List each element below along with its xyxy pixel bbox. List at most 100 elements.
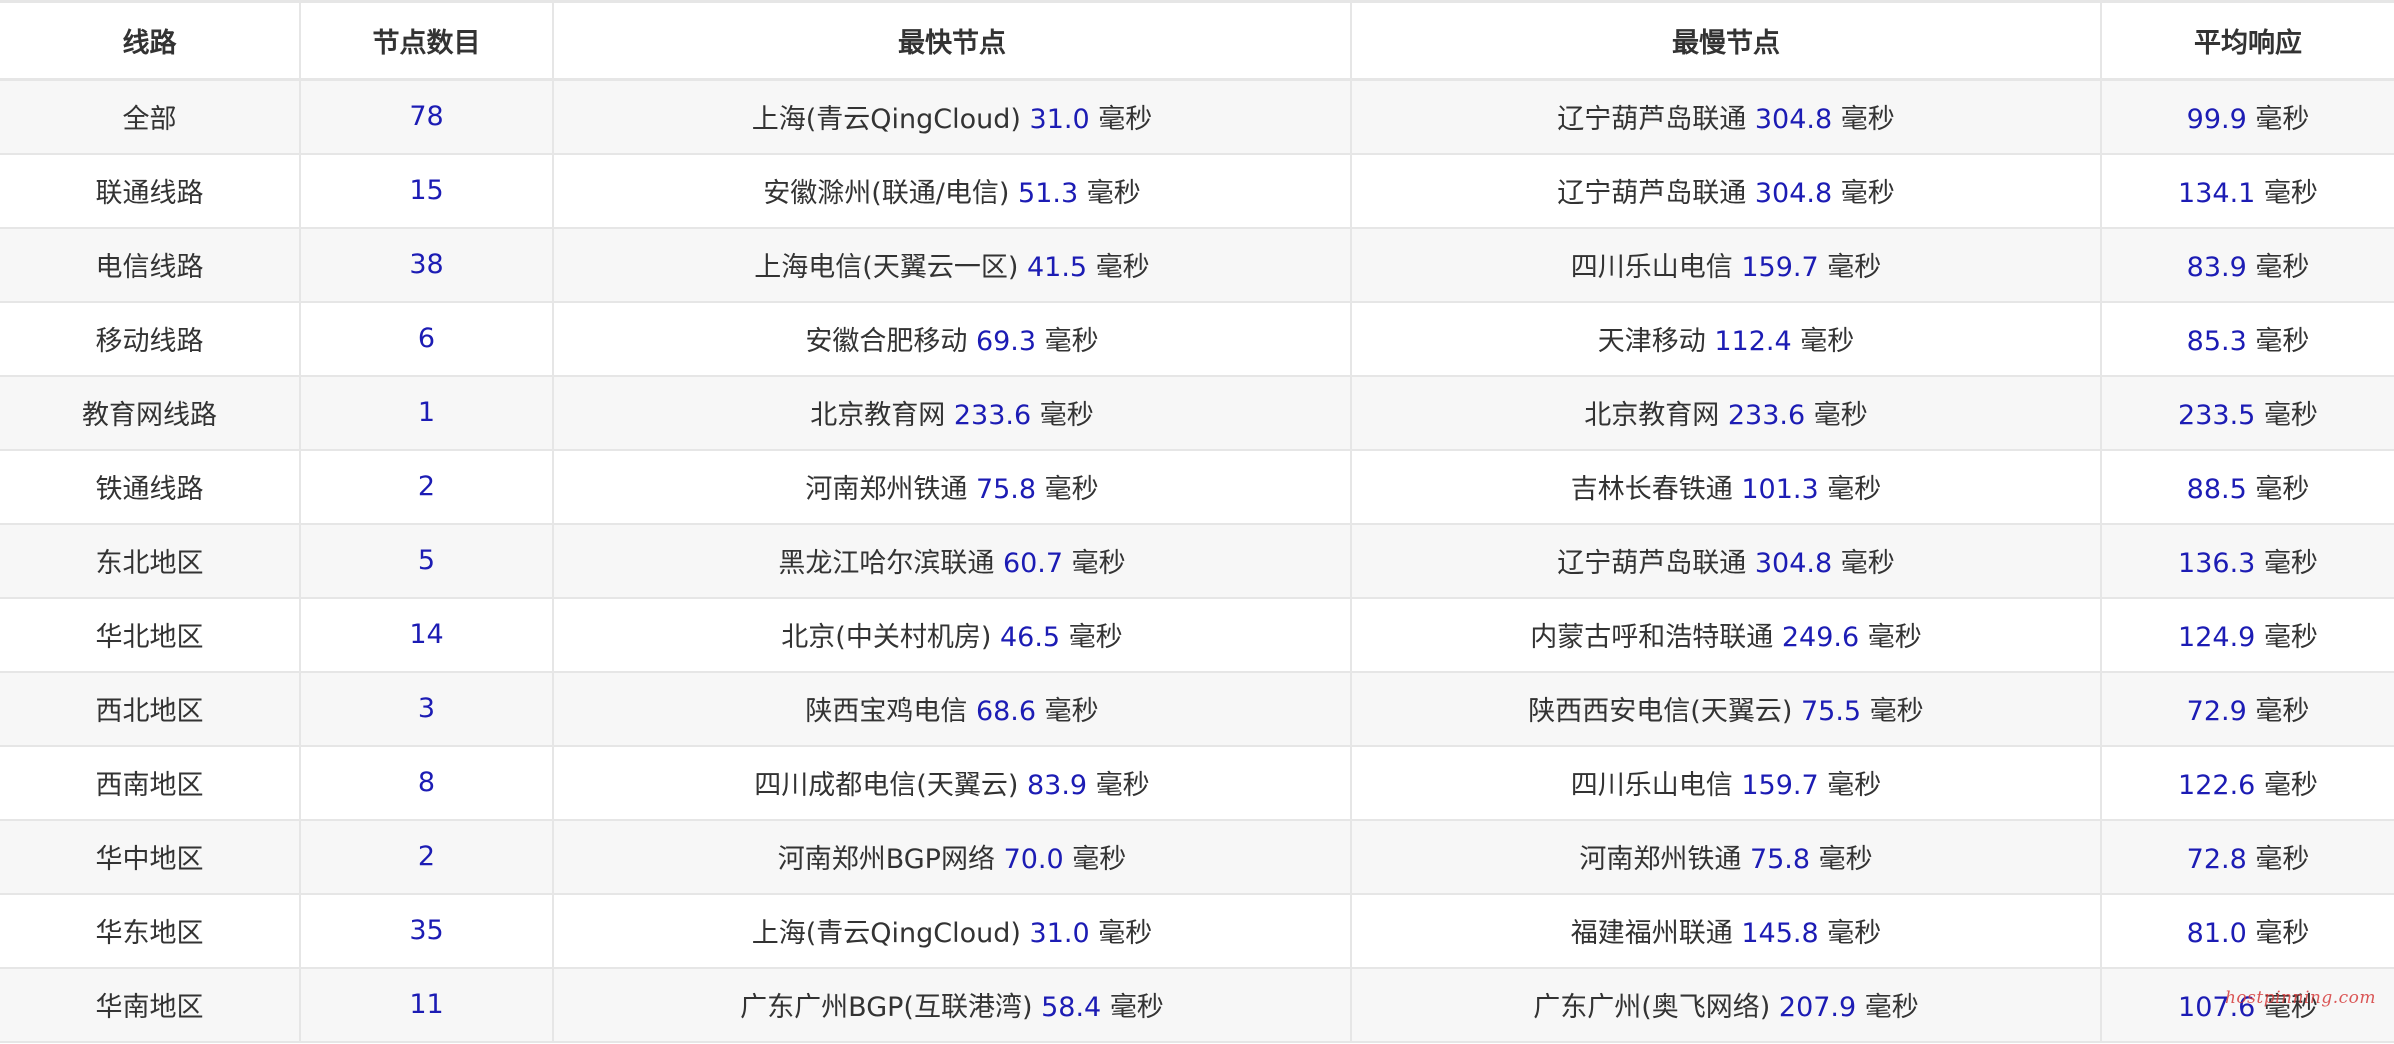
slowest-node-name: 吉林长春铁通 — [1570, 474, 1733, 505]
fastest-node-latency: 31.0 — [1029, 104, 1090, 136]
table-row: 西南地区 8 四川成都电信(天翼云) 83.9 毫秒 四川乐山电信 159.7 毫秒 1… — [0, 745, 2394, 821]
latency-unit: 毫秒 — [1044, 474, 1099, 505]
cell-slowest-node: 天津移动 112.4 毫秒 — [1351, 301, 2102, 377]
cell-average-response: 72.9 毫秒 — [2101, 671, 2394, 747]
table-row: 华南地区 11 广东广州BGP(互联港湾) 58.4 毫秒 广东广州(奥飞网络) 20… — [0, 967, 2394, 1043]
latency-unit: 毫秒 — [1827, 252, 1882, 283]
fastest-node-latency: 46.5 — [999, 622, 1061, 653]
slowest-node-latency: 304.8 — [1754, 548, 1833, 579]
cell-node-count: 78 — [300, 79, 554, 155]
node-latency-table: 线路 节点数目 最快节点 最慢节点 平均响应 全部 78 上海(青云QingClou… — [0, 0, 2394, 1043]
latency-unit: 毫秒 — [1869, 696, 1924, 727]
fastest-node-name: 黑龙江哈尔滨联通 — [778, 548, 995, 579]
table-row: 电信线路 38 上海电信(天翼云一区) 41.5 毫秒 四川乐山电信 159.7 毫秒… — [0, 227, 2394, 303]
latency-unit: 毫秒 — [1098, 918, 1153, 949]
cell-route: 华中地区 — [0, 819, 301, 895]
cell-route: 电信线路 — [0, 227, 301, 303]
slowest-node-name: 四川乐山电信 — [1570, 770, 1733, 801]
slowest-node-latency: 304.8 — [1754, 178, 1833, 209]
latency-unit: 毫秒 — [2263, 400, 2318, 431]
average-latency: 72.8 — [2186, 844, 2247, 875]
cell-fastest-node: 河南郑州铁通 75.8 毫秒 — [553, 449, 1352, 525]
latency-unit: 毫秒 — [2255, 252, 2310, 283]
latency-unit: 毫秒 — [1086, 178, 1141, 209]
cell-average-response: 124.9 毫秒 — [2101, 597, 2394, 673]
node-latency-table-container: 线路 节点数目 最快节点 最慢节点 平均响应 全部 78 上海(青云QingClou… — [0, 0, 2394, 1044]
slowest-node-name: 天津移动 — [1597, 326, 1706, 357]
cell-average-response: 85.3 毫秒 — [2101, 301, 2394, 377]
cell-fastest-node: 上海(青云QingCloud) 31.0 毫秒 — [553, 79, 1352, 155]
slowest-node-latency: 249.6 — [1781, 622, 1860, 653]
latency-unit: 毫秒 — [1813, 400, 1868, 431]
slowest-node-name: 福建福州联通 — [1570, 918, 1733, 949]
cell-node-count: 35 — [300, 893, 554, 969]
latency-unit: 毫秒 — [2255, 918, 2310, 949]
cell-average-response: 136.3 毫秒 — [2101, 523, 2394, 599]
fastest-node-name: 北京(中关村机房) — [781, 622, 992, 653]
cell-slowest-node: 内蒙古呼和浩特联通 249.6 毫秒 — [1351, 597, 2102, 673]
cell-route: 华北地区 — [0, 597, 301, 673]
slowest-node-latency: 75.5 — [1800, 696, 1862, 727]
slowest-node-name: 河南郑州铁通 — [1579, 844, 1742, 875]
slowest-node-name: 广东广州(奥飞网络) — [1533, 992, 1771, 1023]
slowest-node-name: 北京教育网 — [1584, 400, 1720, 431]
fastest-node-name: 安徽合肥移动 — [805, 326, 968, 357]
fastest-node-latency: 70.0 — [1003, 844, 1064, 875]
average-latency: 134.1 — [2178, 178, 2256, 209]
slowest-node-latency: 112.4 — [1714, 326, 1792, 357]
slowest-node-latency: 75.8 — [1749, 844, 1811, 875]
cell-slowest-node: 辽宁葫芦岛联通 304.8 毫秒 — [1351, 79, 2102, 155]
latency-unit: 毫秒 — [2255, 474, 2310, 505]
cell-fastest-node: 北京教育网 233.6 毫秒 — [553, 375, 1352, 451]
cell-slowest-node: 福建福州联通 145.8 毫秒 — [1351, 893, 2102, 969]
cell-slowest-node: 辽宁葫芦岛联通 304.8 毫秒 — [1351, 523, 2102, 599]
cell-node-count: 6 — [300, 301, 554, 377]
cell-fastest-node: 黑龙江哈尔滨联通 60.7 毫秒 — [553, 523, 1352, 599]
cell-node-count: 3 — [300, 671, 554, 747]
fastest-node-name: 四川成都电信(天翼云) — [754, 770, 1019, 801]
latency-unit: 毫秒 — [2255, 844, 2310, 875]
latency-unit: 毫秒 — [1044, 326, 1099, 357]
latency-unit: 毫秒 — [1109, 992, 1164, 1023]
cell-average-response: 88.5 毫秒 — [2101, 449, 2394, 525]
cell-slowest-node: 吉林长春铁通 101.3 毫秒 — [1351, 449, 2102, 525]
average-latency: 81.0 — [2186, 918, 2247, 949]
average-latency: 99.9 — [2186, 104, 2247, 136]
latency-unit: 毫秒 — [1827, 918, 1882, 949]
cell-average-response: 72.8 毫秒 — [2101, 819, 2394, 895]
table-row: 东北地区 5 黑龙江哈尔滨联通 60.7 毫秒 辽宁葫芦岛联通 304.8 毫秒 136… — [0, 523, 2394, 599]
cell-fastest-node: 上海电信(天翼云一区) 41.5 毫秒 — [553, 227, 1352, 303]
header-fastest-node: 最快节点 — [553, 0, 1352, 81]
average-latency: 85.3 — [2186, 326, 2247, 357]
cell-slowest-node: 广东广州(奥飞网络) 207.9 毫秒 — [1351, 967, 2102, 1043]
table-row: 联通线路 15 安徽滁州(联通/电信) 51.3 毫秒 辽宁葫芦岛联通 304.8 毫… — [0, 153, 2394, 229]
cell-node-count: 2 — [300, 449, 554, 525]
watermark: hostpinning.com — [2224, 988, 2376, 1008]
cell-average-response: 83.9 毫秒 — [2101, 227, 2394, 303]
cell-node-count: 8 — [300, 745, 554, 821]
header-slowest-node: 最慢节点 — [1351, 0, 2102, 81]
average-latency: 88.5 — [2186, 474, 2247, 505]
latency-unit: 毫秒 — [2255, 104, 2310, 136]
latency-unit: 毫秒 — [2263, 770, 2318, 801]
latency-unit: 毫秒 — [1840, 104, 1895, 136]
slowest-node-latency: 233.6 — [1727, 400, 1806, 431]
fastest-node-name: 陕西宝鸡电信 — [805, 696, 968, 727]
latency-unit: 毫秒 — [1068, 622, 1123, 653]
cell-fastest-node: 北京(中关村机房) 46.5 毫秒 — [553, 597, 1352, 673]
cell-route: 教育网线路 — [0, 375, 301, 451]
cell-fastest-node: 广东广州BGP(互联港湾) 58.4 毫秒 — [553, 967, 1352, 1043]
latency-unit: 毫秒 — [1044, 696, 1099, 727]
average-latency: 136.3 — [2178, 548, 2256, 579]
cell-fastest-node: 陕西宝鸡电信 68.6 毫秒 — [553, 671, 1352, 747]
slowest-node-name: 辽宁葫芦岛联通 — [1557, 548, 1747, 579]
latency-unit: 毫秒 — [1827, 770, 1882, 801]
fastest-node-name: 河南郑州BGP网络 — [777, 844, 995, 875]
average-latency: 233.5 — [2178, 400, 2256, 431]
latency-unit: 毫秒 — [1095, 252, 1150, 283]
fastest-node-latency: 58.4 — [1041, 992, 1102, 1023]
cell-route: 华南地区 — [0, 967, 301, 1043]
header-node-count: 节点数目 — [300, 0, 554, 81]
latency-unit: 毫秒 — [1072, 844, 1127, 875]
fastest-node-name: 安徽滁州(联通/电信) — [763, 178, 1010, 209]
